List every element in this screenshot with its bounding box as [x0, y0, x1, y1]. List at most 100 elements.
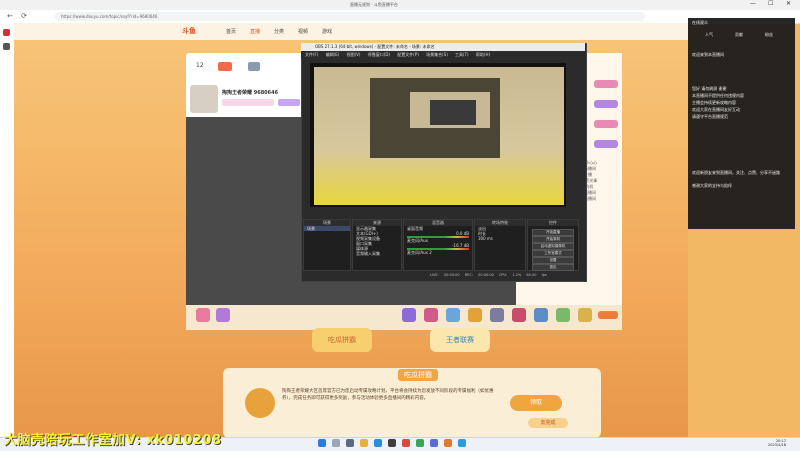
obs-menu-item[interactable]: 视图(V) [347, 52, 361, 57]
gift-icon[interactable] [424, 308, 438, 322]
avatar[interactable] [190, 85, 218, 113]
gift-icon[interactable] [218, 62, 232, 71]
trophy-icon [245, 388, 275, 418]
search-icon[interactable] [332, 439, 340, 447]
studio-mode-button[interactable]: 工作室模式 [532, 250, 574, 257]
nav-link[interactable]: 游戏 [322, 28, 332, 35]
obs-menu-bar: 文件(F) 编辑(E) 视图(V) 停靠窗口(D) 配置文件(P) 场景集合(S… [301, 51, 585, 59]
overlay-line: 欢迎大家在直播间友好互动 [692, 107, 740, 112]
sidebar-app-icon[interactable] [3, 29, 10, 36]
tag-badge [222, 99, 274, 106]
event-button[interactable]: 王者联赛 [430, 328, 490, 352]
source-item[interactable]: 音频输入采集 [353, 251, 401, 256]
app-icon[interactable] [430, 439, 438, 447]
site-logo[interactable]: 斗鱼 [182, 26, 210, 36]
nav-link[interactable]: 分类 [274, 28, 284, 35]
obs-menu-item[interactable]: 场景集合(S) [426, 52, 448, 57]
reload-icon[interactable]: ⟳ [20, 12, 28, 20]
status-live: LIVE: 00:00:00 [430, 273, 460, 277]
file-explorer-icon[interactable] [360, 439, 368, 447]
app-icon[interactable] [444, 439, 452, 447]
status-cpu: CPU: 1.2% [498, 273, 522, 277]
gift-icon[interactable] [578, 308, 592, 322]
send-button[interactable] [598, 311, 618, 319]
obs-menu-item[interactable]: 停靠窗口(D) [368, 52, 390, 57]
back-icon[interactable]: ← [6, 12, 14, 20]
obs-status-bar: LIVE: 00:00:00 REC: 00:00:00 CPU: 1.2% 6… [430, 273, 580, 279]
url-input[interactable]: https://www.douyu.com/topic/ssyf?rid=968… [55, 12, 645, 21]
virtual-camera-button[interactable]: 启动虚拟摄像机 [532, 243, 574, 250]
status-rec: REC: 00:00:00 [464, 273, 494, 277]
obs-transition-dock: 转场特效 淡出 时长 300 ms [474, 219, 526, 271]
obs-title-bar: OBS 27.1.3 (64-bit, windows) - 配置文件: 未命名… [301, 43, 585, 51]
gift-icon[interactable] [196, 308, 210, 322]
badge [594, 140, 618, 148]
obs-scenes-dock: 场景 场景 [303, 219, 351, 271]
overlay-line: 本直播间不提供任何违规内容 [692, 93, 744, 98]
share-icon[interactable] [248, 62, 260, 71]
event-description: 掏掏王者荣耀大区首席官方已为您启动专属攻略计划，平台将会持续为您发放不同阶段的专… [282, 389, 494, 401]
browser-icon[interactable] [374, 439, 382, 447]
gift-icon[interactable] [402, 308, 416, 322]
status-fps: 60.00 fps [526, 273, 547, 277]
overlay-line: 请遵守平台直播规范 [692, 114, 728, 119]
address-bar-row: ← ⟳ https://www.douyu.com/topic/ssyf?rid… [0, 10, 800, 24]
gift-icon[interactable] [512, 308, 526, 322]
browser-title-bar: 直播无规则 · 斗鱼直播平台 — ☐ ✕ [0, 0, 800, 10]
obs-menu-item[interactable]: 帮助(H) [476, 52, 490, 57]
nav-link[interactable]: 直播 [250, 28, 260, 35]
app-icon[interactable] [458, 439, 466, 447]
event-button[interactable]: 吃瓜拼霸 [312, 328, 372, 352]
event-title: 吃瓜拼霸 [398, 369, 438, 381]
system-clock[interactable]: 20:17 2023/4/18 [768, 439, 786, 447]
window-title: 直播无规则 · 斗鱼直播平台 [350, 2, 398, 7]
scene-item[interactable]: 场景 [304, 226, 350, 231]
complete-button[interactable]: 去完成 [528, 418, 568, 428]
overlay-line: 您好 请勿刷屏 谢谢 [692, 86, 727, 91]
obs-preview-capture [430, 100, 476, 125]
stat-number: 12 [196, 62, 204, 69]
minimize-button[interactable]: — [750, 0, 756, 7]
start-streaming-button[interactable]: 开始直播 [532, 229, 574, 236]
browser-sidebar [0, 23, 15, 437]
clock-date: 2023/4/18 [768, 443, 786, 447]
obs-sources-dock: 来源 显示器采集 文本(GDI+) 视频采集设备 窗口采集 媒体源 音频输入采集 [352, 219, 402, 271]
start-icon[interactable] [318, 439, 326, 447]
exit-button[interactable]: 退出 [532, 264, 574, 271]
gift-icon[interactable] [490, 308, 504, 322]
overlay-tab[interactable]: 人气 [705, 32, 725, 38]
sidebar-app-icon[interactable] [3, 43, 10, 50]
maximize-button[interactable]: ☐ [768, 0, 773, 7]
nav-link[interactable]: 首页 [226, 28, 236, 35]
transition-duration-input[interactable]: 300 ms [475, 236, 525, 241]
overlay-line: 感谢大家的支持与陪伴 [692, 183, 732, 188]
obs-menu-item[interactable]: 文件(F) [305, 52, 318, 57]
app-icon[interactable] [402, 439, 410, 447]
overlay-header: 在线观众 [692, 20, 708, 25]
obs-menu-item[interactable]: 工具(T) [455, 52, 469, 57]
claim-button[interactable]: 领取 [510, 395, 562, 411]
obs-mixer-dock: 混音器 桌面音频 0.0 dB 麦克风/Aux -16.7 dB 麦克风/Aux… [403, 219, 473, 271]
gift-icon[interactable] [216, 308, 230, 322]
overlay-line: 主播会持续更新攻略内容 [692, 100, 736, 105]
nav-link[interactable]: 视频 [298, 28, 308, 35]
obs-menu-item[interactable]: 编辑(E) [326, 52, 340, 57]
overlay-tab[interactable]: 粉丝 [765, 32, 785, 38]
close-button[interactable]: ✕ [786, 0, 791, 7]
overlay-tab[interactable]: 贡献 [735, 32, 755, 38]
obs-icon[interactable] [388, 439, 396, 447]
streamer-name: 掏掏王者荣耀 9680646 [222, 90, 279, 96]
task-view-icon[interactable] [346, 439, 354, 447]
obs-menu-item[interactable]: 配置文件(P) [397, 52, 419, 57]
gift-icon[interactable] [534, 308, 548, 322]
overlay-line: 欢迎新朋友来到直播间，关注、点赞、分享不迷路 [692, 170, 780, 175]
tag-badge [278, 99, 300, 106]
player-gift-bar [186, 305, 622, 330]
start-recording-button[interactable]: 开始录制 [532, 236, 574, 243]
gift-icon[interactable] [556, 308, 570, 322]
watermark-text: 大脑壳陪玩工作室加V: xk010208 [4, 433, 222, 448]
wechat-icon[interactable] [416, 439, 424, 447]
gift-icon[interactable] [468, 308, 482, 322]
settings-button[interactable]: 设置 [532, 257, 574, 264]
gift-icon[interactable] [446, 308, 460, 322]
